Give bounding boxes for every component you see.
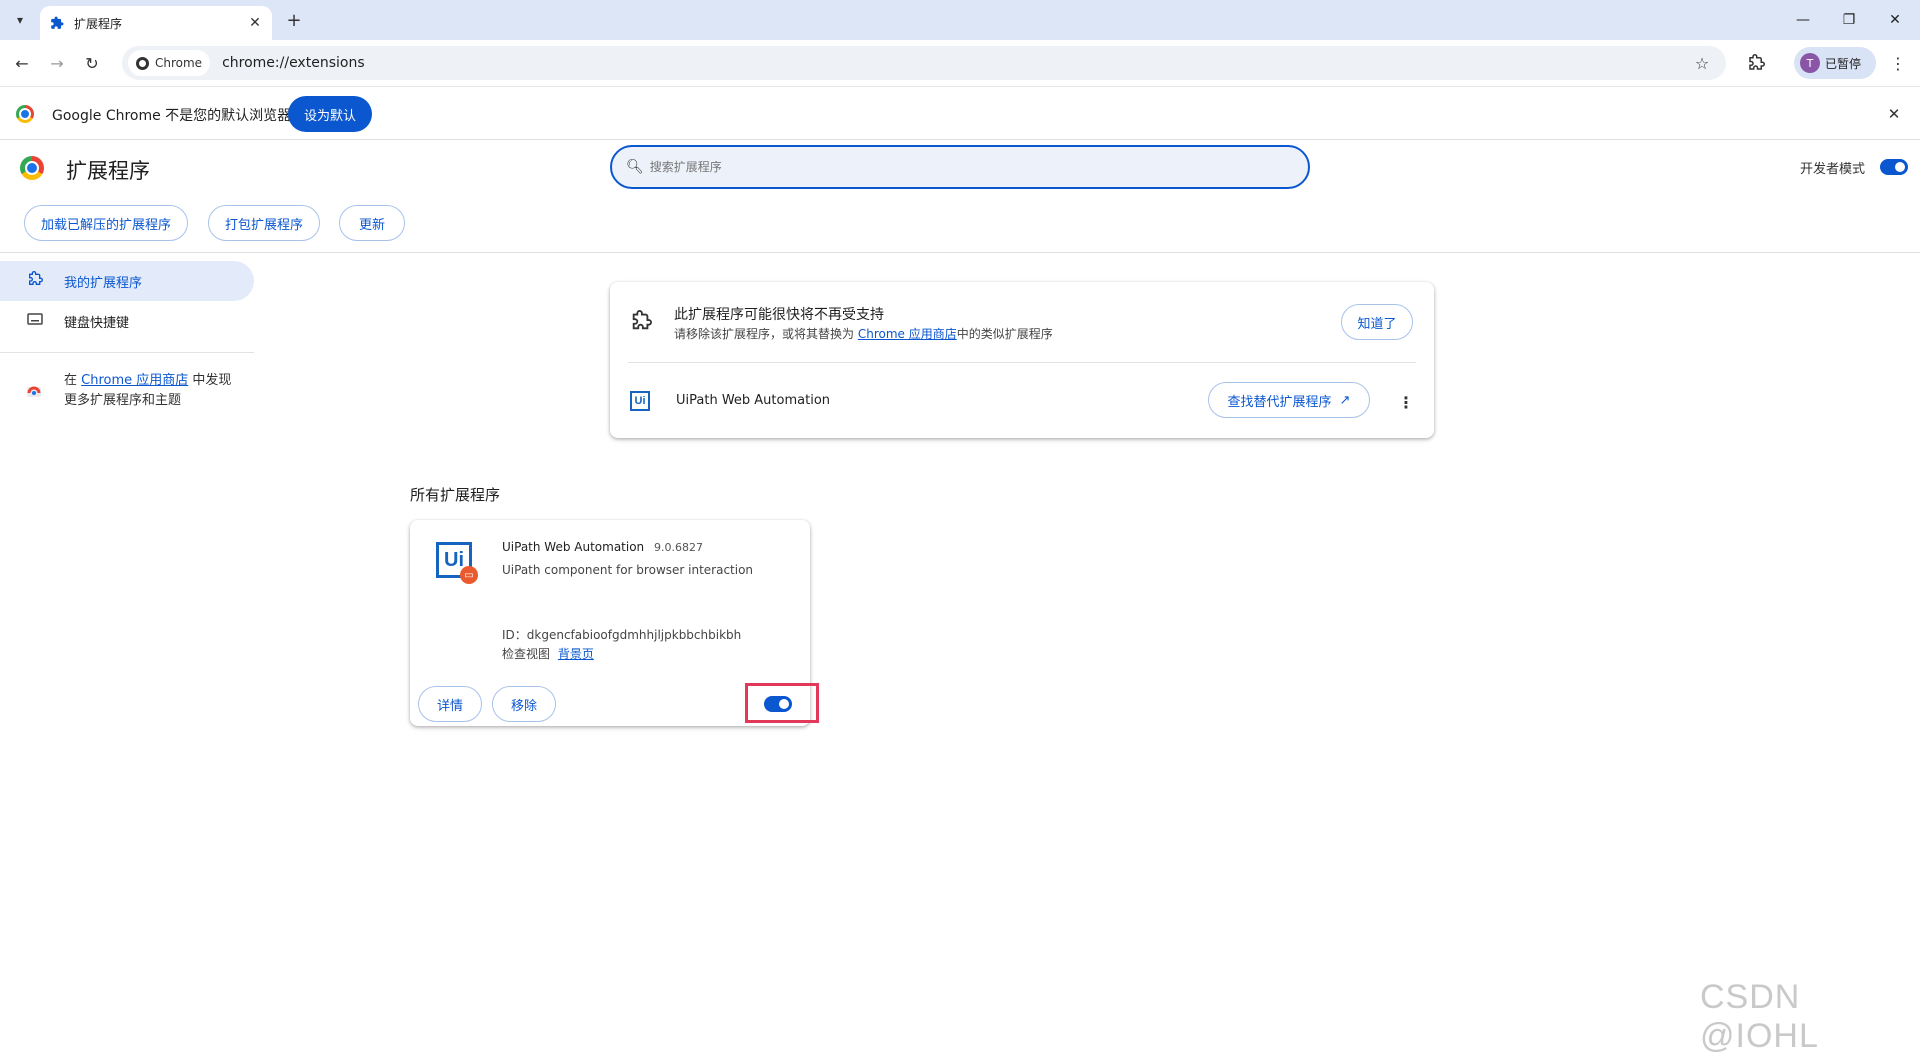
tab-title: 扩展程序 xyxy=(74,16,123,31)
watermark: CSDN @IOHL xyxy=(1700,978,1819,1055)
close-window-icon[interactable]: ✕ xyxy=(1872,0,1918,40)
header-divider xyxy=(0,252,1920,253)
details-button[interactable]: 详情 xyxy=(418,686,482,722)
reload-icon[interactable]: ↻ xyxy=(78,49,106,77)
avatar: T xyxy=(1800,53,1820,73)
find-alternative-button[interactable]: 查找替代扩展程序 ↗ xyxy=(1208,382,1370,418)
tab-search-dropdown-icon[interactable]: ▾ xyxy=(8,8,32,32)
page-title: 扩展程序 xyxy=(66,159,150,183)
search-icon: 🔍︎ xyxy=(626,159,644,175)
sidebar-divider xyxy=(0,352,254,353)
web-store-text-line2: 更多扩展程序和主题 xyxy=(64,393,182,408)
open-in-new-icon: ↗ xyxy=(1339,392,1351,408)
forward-icon[interactable]: → xyxy=(43,49,71,77)
puzzle-icon xyxy=(630,310,652,336)
more-actions-icon[interactable]: ⋮ xyxy=(1396,392,1416,412)
all-extensions-heading: 所有扩展程序 xyxy=(410,486,501,504)
puzzle-icon xyxy=(51,16,64,29)
tab-close-icon[interactable]: ✕ xyxy=(244,12,266,34)
default-browser-infobar: Google Chrome 不是您的默认浏览器 设为默认 ✕ xyxy=(0,86,1920,140)
keyboard-icon xyxy=(26,313,44,329)
infobar-close-icon[interactable]: ✕ xyxy=(1882,102,1906,126)
got-it-button[interactable]: 知道了 xyxy=(1341,304,1413,340)
infobar-text: Google Chrome 不是您的默认浏览器 xyxy=(52,108,292,124)
warning-title: 此扩展程序可能很快将不再受支持 xyxy=(674,307,884,323)
site-info-chip[interactable]: Chrome xyxy=(128,50,211,76)
search-box[interactable]: 🔍︎ xyxy=(610,145,1310,189)
extensions-menu-icon[interactable] xyxy=(1742,49,1770,77)
profile-status-label: 已暂停 xyxy=(1825,56,1862,71)
web-store-icon xyxy=(26,382,42,398)
url-text[interactable]: chrome://extensions xyxy=(222,55,1688,71)
set-default-button[interactable]: 设为默认 xyxy=(288,96,372,132)
tab-extensions[interactable]: 扩展程序 ✕ xyxy=(40,6,272,40)
web-store-link[interactable]: Chrome 应用商店 xyxy=(81,373,188,388)
warning-divider xyxy=(628,362,1416,363)
warning-extension-name: UiPath Web Automation xyxy=(676,393,831,408)
back-icon[interactable]: ← xyxy=(8,49,36,77)
unsupported-warning-card: 此扩展程序可能很快将不再受支持 请移除该扩展程序，或将其替换为 Chrome 应… xyxy=(610,282,1434,438)
highlight-box xyxy=(745,683,819,723)
extension-name: UiPath Web Automation xyxy=(502,540,645,554)
puzzle-icon xyxy=(26,271,44,291)
pack-extension-button[interactable]: 打包扩展程序 xyxy=(208,205,320,241)
extension-description: UiPath component for browser interaction xyxy=(502,563,754,577)
site-chip-label: Chrome xyxy=(155,56,203,70)
sidebar-item-my-extensions[interactable]: 我的扩展程序 xyxy=(0,261,254,301)
extension-id: ID：dkgencfabioofgdmhhjljpkbbchbikbh xyxy=(502,628,742,642)
address-bar[interactable]: Chrome chrome://extensions ☆ xyxy=(122,46,1726,80)
sidebar-item-label: 我的扩展程序 xyxy=(64,275,143,291)
extension-title: UiPath Web Automation 9.0.6827 xyxy=(502,540,703,554)
bookmark-star-icon[interactable]: ☆ xyxy=(1688,54,1716,73)
sidebar-item-keyboard-shortcuts[interactable]: 键盘快捷键 xyxy=(0,301,254,341)
chrome-logo-icon xyxy=(20,156,44,180)
developer-mode-label: 开发者模式 xyxy=(1800,162,1866,177)
sidebar-item-label: 键盘快捷键 xyxy=(64,315,130,331)
minimize-icon[interactable]: — xyxy=(1780,0,1826,40)
web-store-link[interactable]: Chrome 应用商店 xyxy=(858,327,957,341)
extension-version: 9.0.6827 xyxy=(654,541,703,554)
remove-button[interactable]: 移除 xyxy=(492,686,556,722)
uipath-logo-icon: Ui xyxy=(630,391,650,411)
background-page-link[interactable]: 背景页 xyxy=(558,647,594,661)
chrome-logo-icon xyxy=(16,105,34,123)
load-unpacked-button[interactable]: 加载已解压的扩展程序 xyxy=(24,205,188,241)
browser-badge-icon: ▭ xyxy=(460,566,478,584)
new-tab-icon[interactable]: + xyxy=(282,8,306,32)
web-store-text: 在 Chrome 应用商店 中发现 xyxy=(64,373,232,388)
more-menu-icon[interactable]: ⋮ xyxy=(1884,49,1912,77)
search-input[interactable] xyxy=(649,160,1250,174)
browser-toolbar: ← → ↻ Chrome chrome://extensions ☆ T 已暂停… xyxy=(0,40,1920,86)
chrome-icon xyxy=(136,56,149,70)
restore-icon[interactable]: ❐ xyxy=(1826,0,1872,40)
warning-subtitle: 请移除该扩展程序，或将其替换为 Chrome 应用商店中的类似扩展程序 xyxy=(674,327,1053,341)
update-button[interactable]: 更新 xyxy=(339,205,405,241)
profile-button[interactable]: T 已暂停 xyxy=(1794,47,1876,79)
developer-mode-toggle[interactable] xyxy=(1880,159,1908,175)
inspect-views: 检查视图 背景页 xyxy=(502,647,594,661)
tab-strip: ▾ 扩展程序 ✕ + — ❐ ✕ xyxy=(0,0,1920,40)
